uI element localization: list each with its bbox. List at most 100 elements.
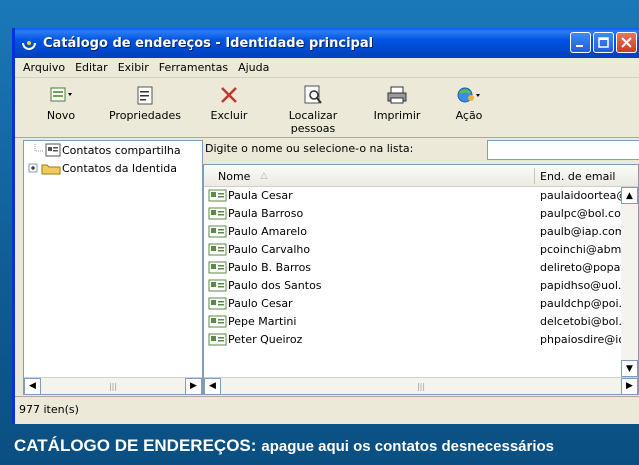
list-scroll-right-button[interactable]: ▶ <box>621 377 638 395</box>
minimize-button[interactable] <box>570 32 591 53</box>
list-scroll-thumb-grip: ||| <box>416 381 426 391</box>
column-header-email[interactable]: End. de email <box>540 165 615 187</box>
column-divider <box>534 168 535 184</box>
item-count: 977 iten(s) <box>19 403 79 416</box>
contact-card-icon <box>208 225 227 238</box>
contact-name: Paulo dos Santos <box>228 279 322 292</box>
toolbar: Novo Propriedades Excluir Localizar pess… <box>15 78 639 138</box>
menu-item-file[interactable]: Arquivo <box>23 61 65 74</box>
contact-name: Peter Queiroz <box>228 333 303 346</box>
page-caption: CATÁLOGO DE ENDEREÇOS: apague aqui os co… <box>0 427 639 465</box>
scroll-left-button[interactable]: ◀ <box>24 377 41 395</box>
list-item[interactable]: Paulo Amarelo paulb@iap.com.b <box>204 223 624 241</box>
delete-button[interactable]: Excluir <box>193 84 265 122</box>
status-bar: 977 iten(s) <box>15 396 639 422</box>
tree-item-identity-contacts[interactable]: Contatos da Identida <box>28 161 177 175</box>
menu-item-tools[interactable]: Ferramentas <box>159 61 228 74</box>
contact-email: pcoinchi@abm.cc <box>540 243 624 256</box>
list-item[interactable]: Pepe Martini delcetobi@bol.cc <box>204 313 624 331</box>
properties-button[interactable]: Propriedades <box>97 84 193 122</box>
find-people-icon <box>302 84 324 106</box>
contact-card-icon <box>208 207 227 220</box>
scroll-right-button[interactable]: ▶ <box>185 377 202 395</box>
contact-name: Pepe Martini <box>228 315 297 328</box>
list-header: Nome △ End. de email <box>204 165 638 187</box>
title-bar[interactable]: Catálogo de endereços - Identidade princ… <box>15 28 639 58</box>
contact-list[interactable]: Nome △ End. de email Paula Cesar paulaid… <box>203 164 639 395</box>
tree-label-shared: Contatos compartilha <box>62 143 181 157</box>
contact-email: paulaidoortea@y <box>540 189 624 202</box>
search-label: Digite o nome ou selecione-o na lista: <box>205 142 414 155</box>
contact-card-icon <box>208 189 227 202</box>
scroll-thumb-grip: ||| <box>108 381 118 391</box>
contact-email: phpaiosdire@iopi <box>540 333 624 346</box>
list-vertical-scrollbar[interactable]: ▲ ▼ <box>621 187 638 377</box>
address-book-icon <box>21 35 37 51</box>
contact-email: delireto@popati. <box>540 261 624 274</box>
tree-horizontal-scrollbar[interactable]: ◀ ||| ▶ <box>24 377 202 395</box>
contact-name: Paula Barroso <box>228 207 304 220</box>
list-scroll-left-button[interactable]: ◀ <box>204 377 221 395</box>
scroll-down-button[interactable]: ▼ <box>621 360 638 377</box>
action-button[interactable]: Ação <box>433 84 505 122</box>
list-horizontal-scrollbar[interactable]: ◀ ||| ▶ <box>204 377 638 395</box>
expand-folder-icon <box>28 163 61 175</box>
new-button[interactable]: Novo <box>25 84 97 122</box>
tree-label-identity: Contatos da Identida <box>62 161 177 175</box>
menu-bar: Arquivo Editar Exibir Ferramentas Ajuda <box>15 58 639 78</box>
contact-card-icon <box>208 261 227 274</box>
delete-icon <box>219 84 239 106</box>
contact-email: paulpc@bol.com <box>540 207 624 220</box>
contact-card-icon <box>208 243 227 256</box>
contact-name: Paulo Cesar <box>228 297 293 310</box>
contact-card-icon <box>208 279 227 292</box>
contact-name: Paulo B. Barros <box>228 261 312 274</box>
contact-name: Paulo Carvalho <box>228 243 311 256</box>
contact-card-icon <box>208 297 227 310</box>
properties-icon <box>135 84 155 106</box>
list-item[interactable]: Paula Barroso paulpc@bol.com <box>204 205 624 223</box>
sort-arrow-icon: △ <box>260 171 268 181</box>
content-area: Contatos compartilha Contatos da Identid… <box>15 140 639 395</box>
window-title: Catálogo de endereços - Identidade princ… <box>43 35 374 51</box>
action-icon <box>456 84 482 106</box>
close-button[interactable] <box>616 32 637 53</box>
tree-item-shared-contacts[interactable]: Contatos compartilha <box>34 143 181 157</box>
column-header-name[interactable]: Nome △ <box>218 165 278 187</box>
contact-email: paulb@iap.com.b <box>540 225 624 238</box>
new-contact-icon <box>49 84 73 106</box>
folder-tree[interactable]: Contatos compartilha Contatos da Identid… <box>23 140 203 395</box>
find-label-line2: pessoas <box>290 122 336 135</box>
caption-lead: CATÁLOGO DE ENDEREÇOS: <box>14 436 257 455</box>
contact-name: Paulo Amarelo <box>228 225 307 238</box>
contact-email: pauldchp@poi.cc <box>540 297 624 310</box>
address-book-window: Catálogo de endereços - Identidade princ… <box>12 28 639 424</box>
list-item[interactable]: Paulo Carvalho pcoinchi@abm.cc <box>204 241 624 259</box>
shared-contacts-icon <box>34 143 61 157</box>
list-item[interactable]: Paulo dos Santos papidhso@uol.cc <box>204 277 624 295</box>
list-item[interactable]: Paula Cesar paulaidoortea@y <box>204 187 624 205</box>
properties-label: Propriedades <box>109 109 181 122</box>
find-people-button[interactable]: Localizar pessoas <box>265 84 361 135</box>
menu-item-view[interactable]: Exibir <box>118 61 149 74</box>
print-label: Imprimir <box>373 109 421 122</box>
menu-item-edit[interactable]: Editar <box>75 61 108 74</box>
printer-icon <box>386 84 408 106</box>
search-input[interactable] <box>487 140 639 160</box>
caption-text: apague aqui os contatos desnecessários <box>261 437 555 455</box>
menu-item-help[interactable]: Ajuda <box>238 61 269 74</box>
list-item[interactable]: Peter Queiroz phpaiosdire@iopi <box>204 331 624 349</box>
find-label-line1: Localizar <box>288 109 338 122</box>
list-item[interactable]: Paulo Cesar pauldchp@poi.cc <box>204 295 624 313</box>
contact-card-icon <box>208 315 227 328</box>
scroll-up-button[interactable]: ▲ <box>621 187 638 204</box>
delete-label: Excluir <box>210 109 248 122</box>
print-button[interactable]: Imprimir <box>361 84 433 122</box>
contact-email: papidhso@uol.cc <box>540 279 624 292</box>
close-icon <box>621 37 632 48</box>
contact-name: Paula Cesar <box>228 189 293 202</box>
maximize-button[interactable] <box>593 32 614 53</box>
list-item[interactable]: Paulo B. Barros delireto@popati. <box>204 259 624 277</box>
action-label: Ação <box>455 109 483 122</box>
contact-card-icon <box>208 333 227 346</box>
